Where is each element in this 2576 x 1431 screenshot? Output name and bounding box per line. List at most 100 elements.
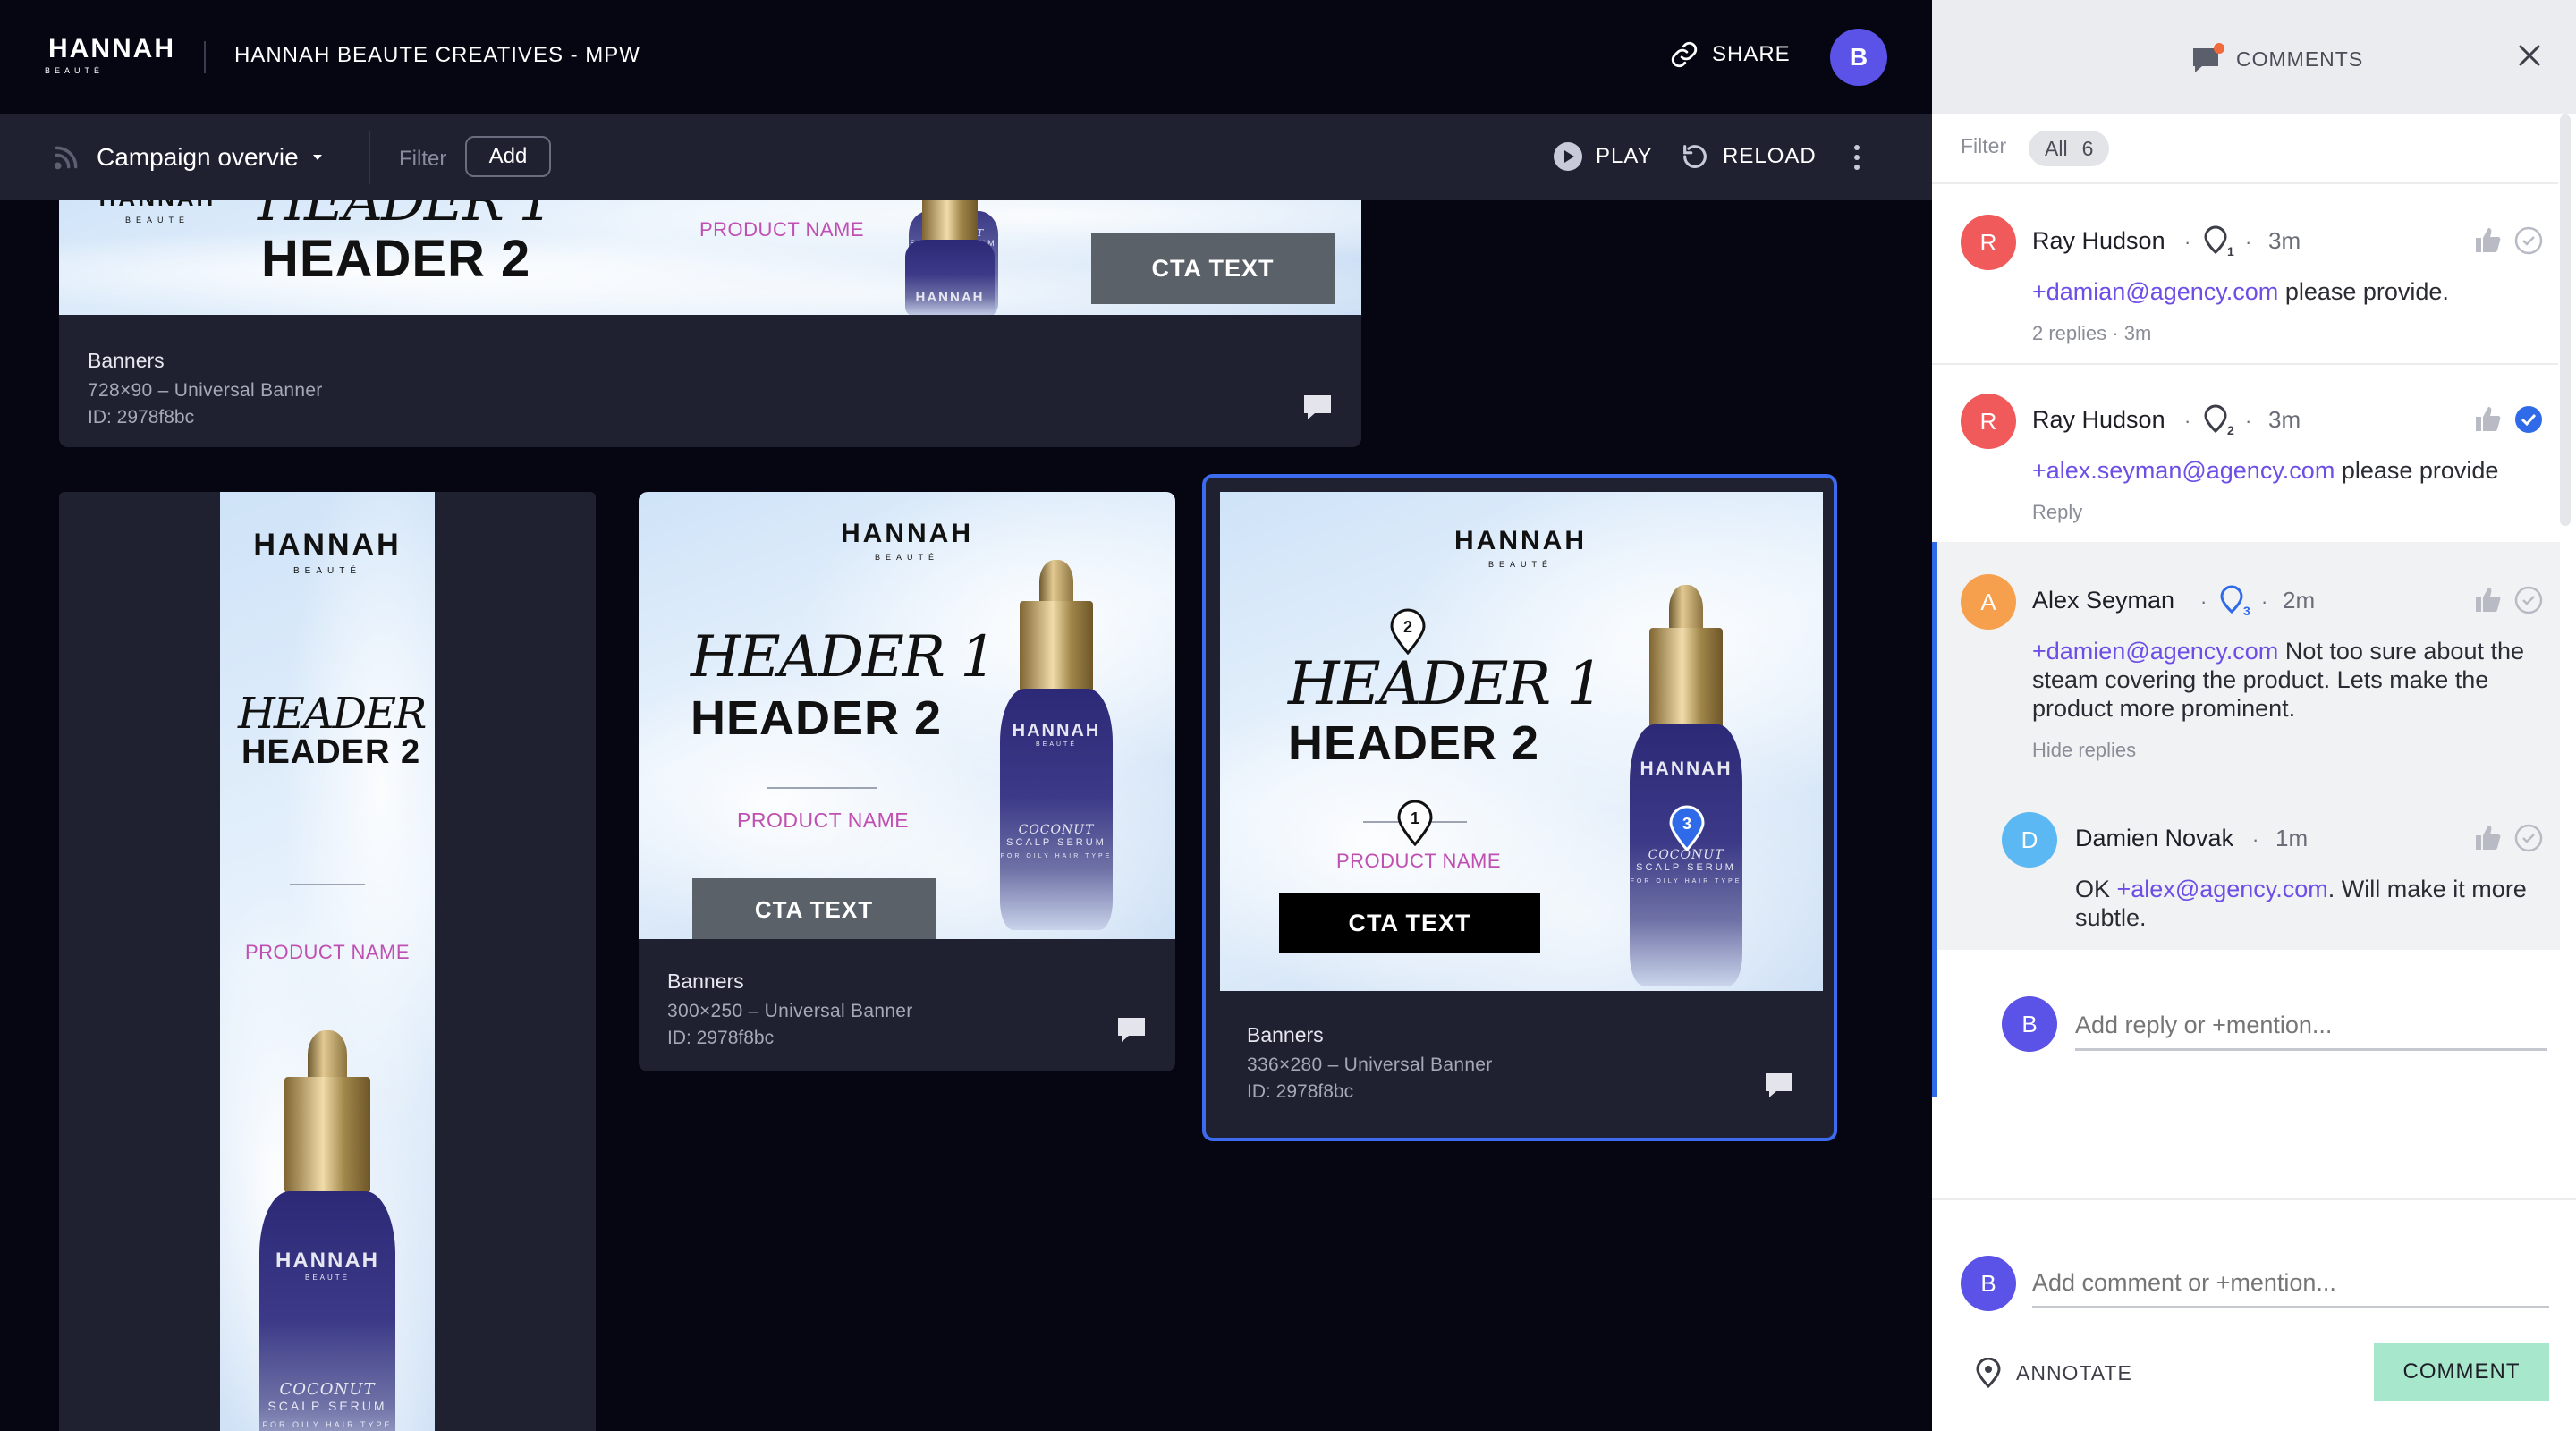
dot-separator: · [2184, 231, 2191, 253]
comment-text: +damien@agency.com Not too sure about th… [2032, 638, 2524, 722]
reload-label: RELOAD [1723, 144, 1817, 168]
comment-submit-button[interactable]: COMMENT [2374, 1343, 2549, 1401]
resolve-check-icon[interactable] [2513, 823, 2544, 853]
share-button[interactable]: SHARE [1669, 39, 1791, 70]
add-filter-button[interactable]: Add [465, 136, 551, 177]
filter-chip-count: 6 [2081, 136, 2094, 160]
product-bottle-image: HANNAH BEAUTÉ COCONUT SCALP SERUM FOR OI… [259, 1030, 395, 1431]
creative-card-skyscraper[interactable]: HANNAH BEAUTÉ HEADER 1 HEADER 2 PRODUCT … [59, 492, 596, 1431]
input-underline [2032, 1306, 2549, 1308]
creative-card-336x280-selected[interactable]: HANNAH BEAUTÉ HEADER 1 HEADER 2 PRODUCT … [1202, 474, 1837, 1141]
resolve-check-icon[interactable] [2513, 585, 2544, 615]
mention[interactable]: +damien@agency.com [2032, 638, 2278, 665]
reply-text: OK +alex@agency.com. Will make it more s… [2075, 876, 2527, 931]
svg-text:3: 3 [1682, 815, 1691, 833]
scrollbar[interactable] [2560, 114, 2571, 526]
close-icon[interactable] [2515, 41, 2544, 70]
creative-category: Banners [1247, 1023, 1324, 1046]
reload-icon [1683, 145, 1707, 168]
filter-label: Filter [399, 147, 447, 171]
creative-category: Banners [88, 349, 165, 372]
location-pin-icon [1976, 1358, 2001, 1388]
header-1: HEADER 1 [1288, 649, 1604, 718]
reload-button[interactable]: RELOAD [1680, 141, 1817, 172]
banner-logo: HANNAH BEAUTÉ [99, 200, 214, 224]
mention[interactable]: +alex.seyman@agency.com [2032, 457, 2334, 484]
creative-meta: Banners 728×90 – Universal Banner ID: 29… [88, 349, 323, 428]
svg-text:3: 3 [2243, 604, 2250, 618]
filter-chip-label: All [2045, 136, 2068, 160]
product-name: PRODUCT NAME [244, 941, 411, 963]
dot-separator: · [2252, 828, 2259, 851]
annotation-pin-2[interactable]: 2 [1388, 608, 1428, 656]
thumbs-up-icon[interactable] [2472, 585, 2503, 615]
logo-text: HANNAH [48, 34, 175, 64]
input-underline [2075, 1048, 2547, 1051]
thumbs-up-icon[interactable] [2472, 404, 2503, 435]
creative-category: Banners [667, 970, 744, 993]
reply-input[interactable] [2075, 1007, 2540, 1043]
mention[interactable]: +damian@agency.com [2032, 278, 2278, 305]
annotation-pin-1[interactable]: 1 [1395, 800, 1435, 847]
header-2: HEADER 2 [691, 691, 943, 745]
comment-time: 3m [2268, 227, 2301, 254]
creative-id: ID: 2978f8bc [667, 1028, 775, 1048]
annotation-pin-icon[interactable]: 2 [2202, 404, 2236, 438]
play-icon [1554, 142, 1582, 171]
creative-size: 728×90 – Universal Banner [88, 380, 323, 401]
divider-rule [290, 884, 365, 885]
avatar: B [2002, 996, 2057, 1052]
comment-icon[interactable] [1116, 1016, 1147, 1043]
comment-thread[interactable]: R Ray Hudson · 2 · 3m +alex.seyman@agenc… [1932, 363, 2560, 542]
comment-time: 2m [2283, 587, 2316, 614]
thumbs-up-icon[interactable] [2472, 225, 2503, 256]
comment-icon[interactable] [1302, 394, 1333, 420]
campaign-dropdown[interactable]: Campaign overvie [97, 143, 324, 172]
cta-button-preview: CTA TEXT [1279, 893, 1540, 953]
more-options-icon[interactable] [1848, 141, 1866, 174]
banner-preview-728x90: HANNAH BEAUTÉ HEADER 1 HEADER 2 PRODUCT … [59, 200, 1361, 315]
banner-logo: HANNAH BEAUTÉ [253, 528, 402, 576]
link-icon [1671, 41, 1698, 68]
creative-card-300x250[interactable]: HANNAH BEAUTÉ HEADER 1 HEADER 2 PRODUCT … [639, 492, 1175, 1071]
product-name: PRODUCT NAME [699, 218, 865, 241]
play-button[interactable]: PLAY [1553, 141, 1653, 172]
creative-card-728x90[interactable]: HANNAH BEAUTÉ HEADER 1 HEADER 2 PRODUCT … [59, 200, 1361, 447]
annotation-pin-icon[interactable]: 3 [2218, 585, 2252, 619]
avatar: R [1961, 215, 2016, 270]
resolve-check-icon[interactable] [2513, 225, 2544, 256]
thumbs-up-icon[interactable] [2472, 823, 2503, 853]
divider [369, 131, 370, 184]
comment-thread-active[interactable]: A Alex Seyman · 3 · 2m +damien@agency.co… [1932, 542, 2565, 1097]
mention[interactable]: +alex@agency.com [2117, 876, 2328, 902]
banner-preview-skyscraper: HANNAH BEAUTÉ HEADER 1 HEADER 2 PRODUCT … [220, 492, 435, 1431]
hide-replies-link[interactable]: Hide replies [2032, 739, 2136, 762]
replies-count[interactable]: 2 replies · 3m [2032, 322, 2151, 345]
annotation-pin-icon[interactable]: 1 [2202, 225, 2236, 259]
dot-separator: · [2184, 410, 2191, 432]
creative-size: 300×250 – Universal Banner [667, 1001, 913, 1021]
logo-subtext: BEAUTÉ [45, 66, 105, 75]
product-bottle-image: HANNAH COCONUT SCALP SERUM FOR OILY HAIR… [1630, 585, 1742, 986]
avatar: B [1961, 1256, 2016, 1311]
comment-author: Alex Seyman [2032, 587, 2175, 614]
dot-separator: · [2261, 590, 2268, 613]
resolved-check-icon[interactable] [2513, 404, 2544, 435]
annotation-pin-3[interactable]: 3 [1667, 805, 1707, 852]
svg-text:1: 1 [2227, 244, 2234, 258]
project-title: HANNAH BEAUTE CREATIVES - MPW [234, 43, 640, 67]
banner-logo: HANNAH BEAUTÉ [841, 519, 973, 562]
creative-meta: Banners 336×280 – Universal Banner ID: 2… [1247, 1023, 1493, 1103]
annotate-button[interactable]: ANNOTATE [1975, 1358, 2132, 1388]
filter-chip-all[interactable]: All 6 [2029, 131, 2110, 166]
comment-input[interactable] [2032, 1265, 2551, 1300]
user-avatar[interactable]: B [1830, 29, 1887, 86]
comment-thread[interactable]: R Ray Hudson · 1 · 3m +damian@agency.com… [1932, 182, 2560, 363]
avatar: D [2002, 812, 2057, 868]
comment-icon[interactable] [1764, 1071, 1794, 1098]
svg-text:2: 2 [2227, 423, 2234, 437]
dot-separator: · [2245, 231, 2252, 253]
comments-panel: COMMENTS Filter All 6 R Ray Hudson · 1 ·… [1932, 0, 2576, 1431]
app-logo[interactable]: HANNAH BEAUTÉ [45, 34, 179, 75]
reply-link[interactable]: Reply [2032, 501, 2082, 524]
